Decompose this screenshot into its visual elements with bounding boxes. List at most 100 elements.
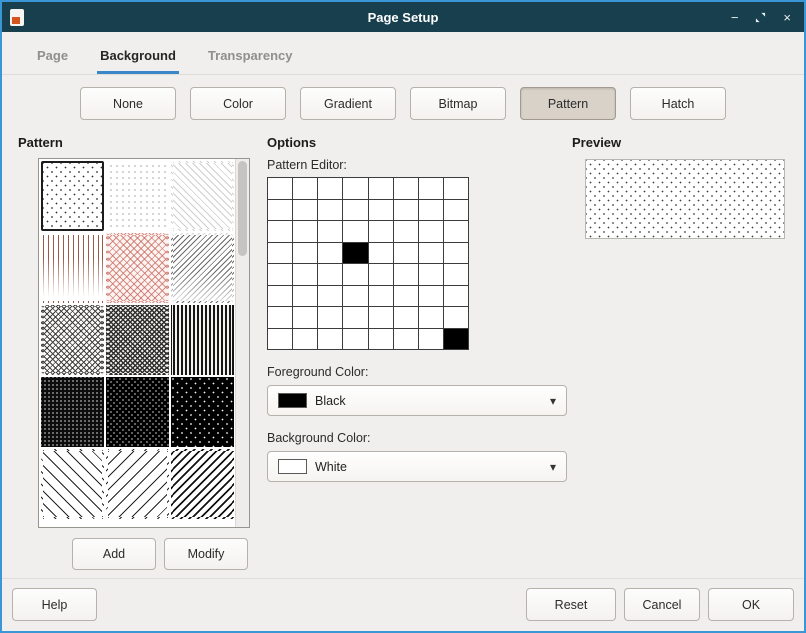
pattern-editor-cell-7-6[interactable] (419, 329, 443, 350)
pattern-editor-cell-2-4[interactable] (369, 221, 393, 242)
pattern-editor-cell-4-5[interactable] (394, 264, 418, 285)
tab-page[interactable]: Page (34, 42, 71, 74)
pattern-editor-cell-5-7[interactable] (444, 286, 468, 307)
pattern-editor-cell-0-4[interactable] (369, 178, 393, 199)
fill-type-gradient-button[interactable]: Gradient (300, 87, 396, 120)
pattern-editor-cell-4-3[interactable] (343, 264, 367, 285)
titlebar[interactable]: Page Setup − × (2, 2, 804, 32)
pattern-editor-cell-1-2[interactable] (318, 200, 342, 221)
pattern-editor-cell-0-0[interactable] (268, 178, 292, 199)
pattern-editor-cell-2-2[interactable] (318, 221, 342, 242)
pattern-editor-cell-2-3[interactable] (343, 221, 367, 242)
pattern-swatch-12[interactable] (171, 377, 234, 447)
pattern-editor-cell-1-1[interactable] (293, 200, 317, 221)
pattern-editor-cell-5-2[interactable] (318, 286, 342, 307)
pattern-editor-cell-2-5[interactable] (394, 221, 418, 242)
pattern-editor-cell-7-4[interactable] (369, 329, 393, 350)
reset-button[interactable]: Reset (526, 588, 616, 621)
modify-button[interactable]: Modify (164, 538, 248, 570)
pattern-editor-cell-6-7[interactable] (444, 307, 468, 328)
pattern-editor-cell-7-3[interactable] (343, 329, 367, 350)
tab-background[interactable]: Background (97, 42, 179, 74)
pattern-editor-cell-3-7[interactable] (444, 243, 468, 264)
pattern-editor-cell-6-3[interactable] (343, 307, 367, 328)
pattern-editor-cell-1-4[interactable] (369, 200, 393, 221)
close-button[interactable]: × (783, 11, 791, 24)
pattern-editor-cell-2-7[interactable] (444, 221, 468, 242)
pattern-editor-cell-5-0[interactable] (268, 286, 292, 307)
pattern-editor-cell-1-6[interactable] (419, 200, 443, 221)
pattern-list[interactable] (38, 158, 250, 528)
pattern-editor-cell-6-5[interactable] (394, 307, 418, 328)
pattern-editor-cell-4-6[interactable] (419, 264, 443, 285)
pattern-editor-cell-3-5[interactable] (394, 243, 418, 264)
pattern-editor-cell-1-7[interactable] (444, 200, 468, 221)
fill-type-hatch-button[interactable]: Hatch (630, 87, 726, 120)
ok-button[interactable]: OK (708, 588, 794, 621)
pattern-editor-cell-0-6[interactable] (419, 178, 443, 199)
pattern-editor-cell-4-7[interactable] (444, 264, 468, 285)
fill-type-color-button[interactable]: Color (190, 87, 286, 120)
pattern-editor-cell-5-1[interactable] (293, 286, 317, 307)
pattern-editor-cell-7-2[interactable] (318, 329, 342, 350)
pattern-editor-cell-4-1[interactable] (293, 264, 317, 285)
pattern-editor-cell-7-5[interactable] (394, 329, 418, 350)
pattern-swatch-8[interactable] (106, 305, 169, 375)
pattern-editor-cell-4-2[interactable] (318, 264, 342, 285)
add-button[interactable]: Add (72, 538, 156, 570)
pattern-swatch-4[interactable] (41, 233, 104, 303)
pattern-editor-cell-3-6[interactable] (419, 243, 443, 264)
pattern-editor-cell-7-0[interactable] (268, 329, 292, 350)
help-button[interactable]: Help (12, 588, 97, 621)
pattern-editor-cell-3-1[interactable] (293, 243, 317, 264)
pattern-editor-cell-0-2[interactable] (318, 178, 342, 199)
cancel-button[interactable]: Cancel (624, 588, 700, 621)
pattern-swatch-14[interactable] (106, 449, 169, 519)
foreground-color-select[interactable]: Black ▾ (267, 385, 567, 416)
pattern-editor-cell-4-4[interactable] (369, 264, 393, 285)
pattern-editor-cell-0-5[interactable] (394, 178, 418, 199)
pattern-swatch-9[interactable] (171, 305, 234, 375)
pattern-editor-cell-3-0[interactable] (268, 243, 292, 264)
pattern-editor-cell-6-1[interactable] (293, 307, 317, 328)
pattern-swatch-5[interactable] (106, 233, 169, 303)
restore-button[interactable] (755, 12, 766, 23)
pattern-swatch-6[interactable] (171, 233, 234, 303)
pattern-editor-cell-5-4[interactable] (369, 286, 393, 307)
fill-type-pattern-button[interactable]: Pattern (520, 87, 616, 120)
pattern-editor-cell-7-7[interactable] (444, 329, 468, 350)
pattern-swatch-11[interactable] (106, 377, 169, 447)
pattern-editor-cell-2-0[interactable] (268, 221, 292, 242)
pattern-editor-cell-0-3[interactable] (343, 178, 367, 199)
scrollbar-thumb[interactable] (238, 161, 247, 256)
pattern-editor-cell-6-6[interactable] (419, 307, 443, 328)
pattern-swatch-1[interactable] (41, 161, 104, 231)
pattern-swatch-3[interactable] (171, 161, 234, 231)
pattern-editor-cell-6-0[interactable] (268, 307, 292, 328)
pattern-editor-cell-2-6[interactable] (419, 221, 443, 242)
pattern-editor-cell-2-1[interactable] (293, 221, 317, 242)
pattern-editor-cell-1-5[interactable] (394, 200, 418, 221)
pattern-swatch-10[interactable] (41, 377, 104, 447)
pattern-editor-cell-6-2[interactable] (318, 307, 342, 328)
pattern-editor-cell-1-3[interactable] (343, 200, 367, 221)
pattern-editor-cell-6-4[interactable] (369, 307, 393, 328)
pattern-swatch-15[interactable] (171, 449, 234, 519)
fill-type-none-button[interactable]: None (80, 87, 176, 120)
pattern-editor-cell-4-0[interactable] (268, 264, 292, 285)
pattern-editor-cell-5-6[interactable] (419, 286, 443, 307)
pattern-editor-cell-5-3[interactable] (343, 286, 367, 307)
pattern-editor-cell-7-1[interactable] (293, 329, 317, 350)
pattern-editor-cell-3-4[interactable] (369, 243, 393, 264)
pattern-swatch-13[interactable] (41, 449, 104, 519)
pattern-editor-cell-3-3[interactable] (343, 243, 367, 264)
pattern-swatch-7[interactable] (41, 305, 104, 375)
pattern-editor-cell-0-1[interactable] (293, 178, 317, 199)
background-color-select[interactable]: White ▾ (267, 451, 567, 482)
pattern-editor-cell-0-7[interactable] (444, 178, 468, 199)
pattern-swatch-2[interactable] (106, 161, 169, 231)
fill-type-bitmap-button[interactable]: Bitmap (410, 87, 506, 120)
pattern-editor-cell-5-5[interactable] (394, 286, 418, 307)
tab-transparency[interactable]: Transparency (205, 42, 296, 74)
pattern-list-scrollbar[interactable] (235, 159, 249, 527)
